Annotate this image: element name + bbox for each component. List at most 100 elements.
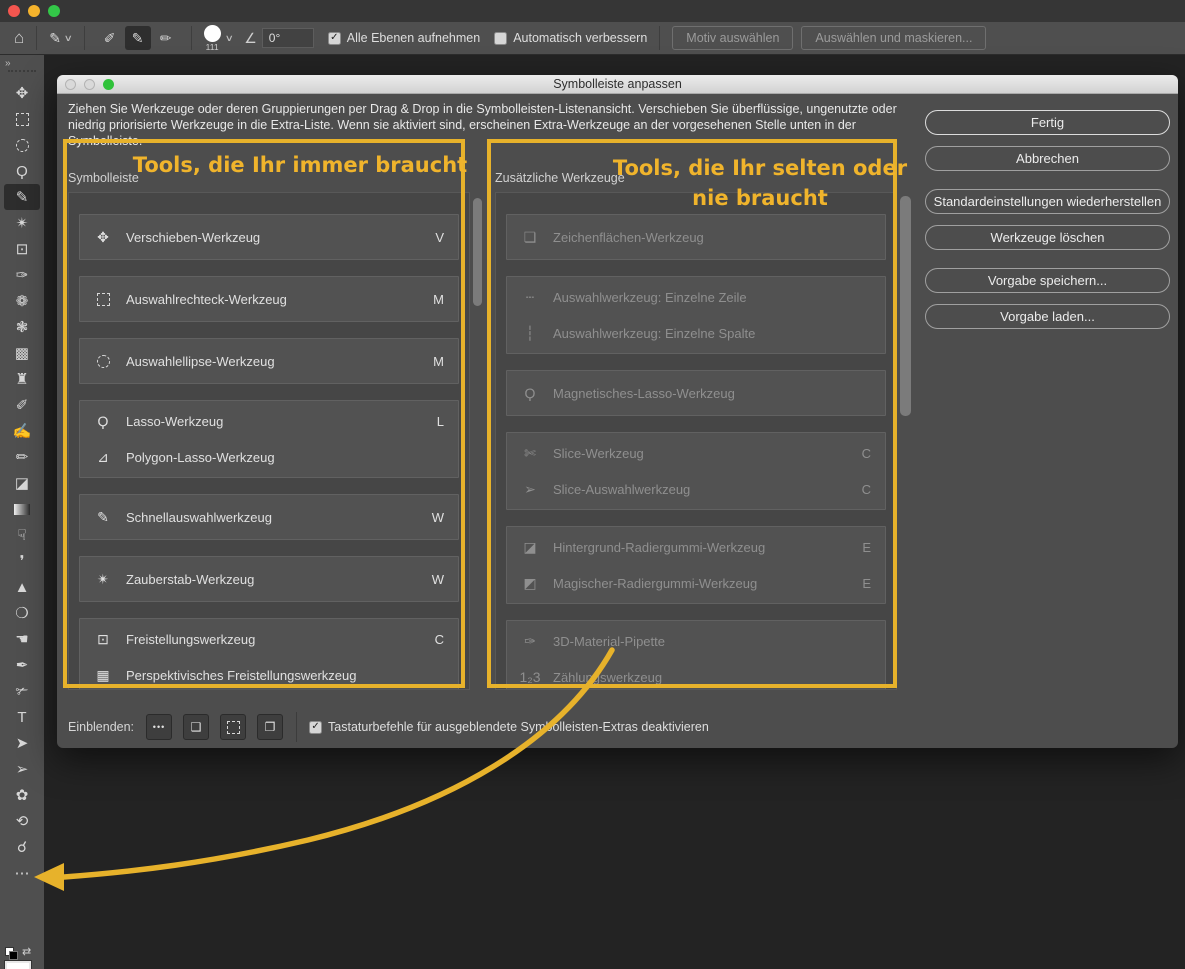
new-selection-mode-icon[interactable]: ✐ xyxy=(97,26,123,50)
angle-input[interactable] xyxy=(262,28,314,48)
tool-row-freistellungswerkzeug[interactable]: ⊡FreistellungswerkzeugC xyxy=(80,621,458,657)
tool-row-auswahlwerkzeug-einzelne-zeile[interactable]: ┄Auswahlwerkzeug: Einzelne Zeile xyxy=(507,279,885,315)
tool-row-magnetisches-lasso-werkzeug[interactable]: ϘMagnetisches-Lasso-Werkzeug xyxy=(507,371,885,415)
dialog-close-button[interactable] xyxy=(65,79,76,90)
tool-group[interactable]: ✎SchnellauswahlwerkzeugW xyxy=(79,494,459,540)
elliptical-marquee-tool[interactable] xyxy=(4,132,40,158)
dodge-tool[interactable]: ❍ xyxy=(4,600,40,626)
type-tool[interactable]: T xyxy=(4,704,40,730)
checkbox-icon[interactable]: ✓ xyxy=(328,32,341,45)
subtract-selection-mode-icon[interactable]: ✏ xyxy=(153,26,179,50)
tool-group[interactable]: ❏Zeichenflächen-Werkzeug xyxy=(506,214,886,260)
home-icon[interactable]: ⌂ xyxy=(14,28,24,48)
tool-row-magischer-radiergummi-werkzeug[interactable]: ◩Magischer-Radiergummi-WerkzeugE xyxy=(507,565,885,601)
done-button[interactable]: Fertig xyxy=(925,110,1170,135)
add-selection-mode-icon[interactable]: ✎ xyxy=(125,26,151,50)
tool-row-3d-material-pipette[interactable]: ✑3D-Material-Pipette xyxy=(507,623,885,659)
collapse-toolbar-icon[interactable]: » xyxy=(0,55,44,70)
foreground-color-swatch[interactable] xyxy=(5,961,31,969)
zoom-tool[interactable]: ☌ xyxy=(4,834,40,860)
freeform-pen-tool[interactable]: ✃ xyxy=(4,678,40,704)
spot-healing-brush-tool[interactable]: ❁ xyxy=(4,288,40,314)
blur-tool[interactable]: ❜ xyxy=(4,548,40,574)
swap-colors-icon[interactable]: ⇄ xyxy=(22,945,31,958)
dialog-zoom-button[interactable] xyxy=(103,79,114,90)
zoom-window-button[interactable] xyxy=(48,5,60,17)
tool-group[interactable]: ✥Verschieben-WerkzeugV xyxy=(79,214,459,260)
custom-shape-tool[interactable]: ✿ xyxy=(4,782,40,808)
tool-row-perspektivisches-freistellungswerkzeug[interactable]: ▦Perspektivisches Freistellungswerkzeug xyxy=(80,657,458,690)
tool-group[interactable]: ϘLasso-WerkzeugL⊿Polygon-Lasso-Werkzeug xyxy=(79,400,459,478)
show-selection-icon[interactable] xyxy=(220,714,246,740)
mixer-brush-tool[interactable]: ✏ xyxy=(4,444,40,470)
checkbox-icon[interactable] xyxy=(494,32,507,45)
tool-group[interactable]: ✄Slice-WerkzeugC➢Slice-AuswahlwerkzeugC xyxy=(506,432,886,510)
sample-all-layers-checkbox[interactable]: ✓ Alle Ebenen aufnehmen xyxy=(328,31,480,45)
move-tool[interactable]: ✥ xyxy=(4,80,40,106)
clone-stamp-tool[interactable]: ♜ xyxy=(4,366,40,392)
magic-wand-tool[interactable]: ✴ xyxy=(4,210,40,236)
crop-tool[interactable]: ⊡ xyxy=(4,236,40,262)
checkbox-icon[interactable]: ✓ xyxy=(309,721,322,734)
show-screen-mode-icon[interactable]: ❐ xyxy=(257,714,283,740)
pen-tool[interactable]: ✒ xyxy=(4,652,40,678)
sharpen-tool[interactable]: ▲ xyxy=(4,574,40,600)
path-selection-tool[interactable]: ➤ xyxy=(4,730,40,756)
dialog-titlebar[interactable]: Symbolleiste anpassen xyxy=(57,75,1178,94)
tool-row-verschieben-werkzeug[interactable]: ✥Verschieben-WerkzeugV xyxy=(80,215,458,259)
tool-group[interactable]: Auswahlrechteck-WerkzeugM xyxy=(79,276,459,322)
cancel-button[interactable]: Abbrechen xyxy=(925,146,1170,171)
dialog-minimize-button[interactable] xyxy=(84,79,95,90)
tool-row-schnellauswahlwerkzeug[interactable]: ✎SchnellauswahlwerkzeugW xyxy=(80,495,458,539)
rotate-view-tool[interactable]: ⟲ xyxy=(4,808,40,834)
smudge-tool[interactable]: ☟ xyxy=(4,522,40,548)
select-subject-button[interactable]: Motiv auswählen xyxy=(672,26,793,50)
tool-group[interactable]: Auswahlellipse-WerkzeugM xyxy=(79,338,459,384)
clear-tools-button[interactable]: Werkzeuge löschen xyxy=(925,225,1170,250)
healing-brush-tool[interactable]: ❃ xyxy=(4,314,40,340)
brush-options-button[interactable]: 111 ∨ xyxy=(204,25,233,52)
edit-toolbar-button[interactable]: ⋯ xyxy=(4,860,40,886)
tool-group[interactable]: ✴Zauberstab-WerkzeugW xyxy=(79,556,459,602)
tool-group[interactable]: ⊡FreistellungswerkzeugC▦Perspektivisches… xyxy=(79,618,459,690)
eyedropper-tool[interactable]: ✑ xyxy=(4,262,40,288)
burn-tool[interactable]: ☚ xyxy=(4,626,40,652)
tool-group[interactable]: ◪Hintergrund-Radiergummi-WerkzeugE◩Magis… xyxy=(506,526,886,604)
minimize-window-button[interactable] xyxy=(28,5,40,17)
disable-shortcuts-checkbox[interactable]: ✓ Tastaturbefehle für ausgeblendete Symb… xyxy=(309,720,709,734)
eraser-tool[interactable]: ◪ xyxy=(4,470,40,496)
default-colors-icon[interactable] xyxy=(5,947,18,960)
auto-enhance-checkbox[interactable]: Automatisch verbessern xyxy=(494,31,647,45)
gradient-tool[interactable] xyxy=(4,496,40,522)
restore-defaults-button[interactable]: Standardeinstellungen wiederherstellen xyxy=(925,189,1170,214)
history-brush-tool[interactable]: ✍ xyxy=(4,418,40,444)
tool-row-lasso-werkzeug[interactable]: ϘLasso-WerkzeugL xyxy=(80,403,458,439)
toolbar-grip[interactable] xyxy=(8,70,36,76)
right-list-scrollbar[interactable] xyxy=(900,196,911,416)
lasso-tool[interactable]: Ϙ xyxy=(4,158,40,184)
rectangular-marquee-tool[interactable] xyxy=(4,106,40,132)
select-and-mask-button[interactable]: Auswählen und maskieren... xyxy=(801,26,986,50)
show-extras-menu-icon[interactable]: ••• xyxy=(146,714,172,740)
tool-row-hintergrund-radiergummi-werkzeug[interactable]: ◪Hintergrund-Radiergummi-WerkzeugE xyxy=(507,529,885,565)
tool-row-z-hlungswerkzeug[interactable]: 1₂3Zählungswerkzeug xyxy=(507,659,885,690)
show-color-swatch-icon[interactable]: ❑ xyxy=(183,714,209,740)
left-list-scrollbar[interactable] xyxy=(473,198,482,306)
tool-row-slice-werkzeug[interactable]: ✄Slice-WerkzeugC xyxy=(507,435,885,471)
tool-group[interactable]: ✑3D-Material-Pipette1₂3Zählungswerkzeug xyxy=(506,620,886,690)
load-preset-button[interactable]: Vorgabe laden... xyxy=(925,304,1170,329)
tool-row-slice-auswahlwerkzeug[interactable]: ➢Slice-AuswahlwerkzeugC xyxy=(507,471,885,507)
tool-row-polygon-lasso-werkzeug[interactable]: ⊿Polygon-Lasso-Werkzeug xyxy=(80,439,458,475)
tool-row-auswahlellipse-werkzeug[interactable]: Auswahlellipse-WerkzeugM xyxy=(80,339,458,383)
close-window-button[interactable] xyxy=(8,5,20,17)
brush-tool[interactable]: ✐ xyxy=(4,392,40,418)
save-preset-button[interactable]: Vorgabe speichern... xyxy=(925,268,1170,293)
tool-group[interactable]: ϘMagnetisches-Lasso-Werkzeug xyxy=(506,370,886,416)
tool-group[interactable]: ┄Auswahlwerkzeug: Einzelne Zeile┆Auswahl… xyxy=(506,276,886,354)
patch-tool[interactable]: ▩ xyxy=(4,340,40,366)
tool-preset-button[interactable]: ✎ ∨ xyxy=(49,30,71,47)
tool-row-auswahlrechteck-werkzeug[interactable]: Auswahlrechteck-WerkzeugM xyxy=(80,277,458,321)
tool-row-zeichenfl-chen-werkzeug[interactable]: ❏Zeichenflächen-Werkzeug xyxy=(507,215,885,259)
quick-selection-tool[interactable]: ✎ xyxy=(4,184,40,210)
direct-selection-tool[interactable]: ➢ xyxy=(4,756,40,782)
